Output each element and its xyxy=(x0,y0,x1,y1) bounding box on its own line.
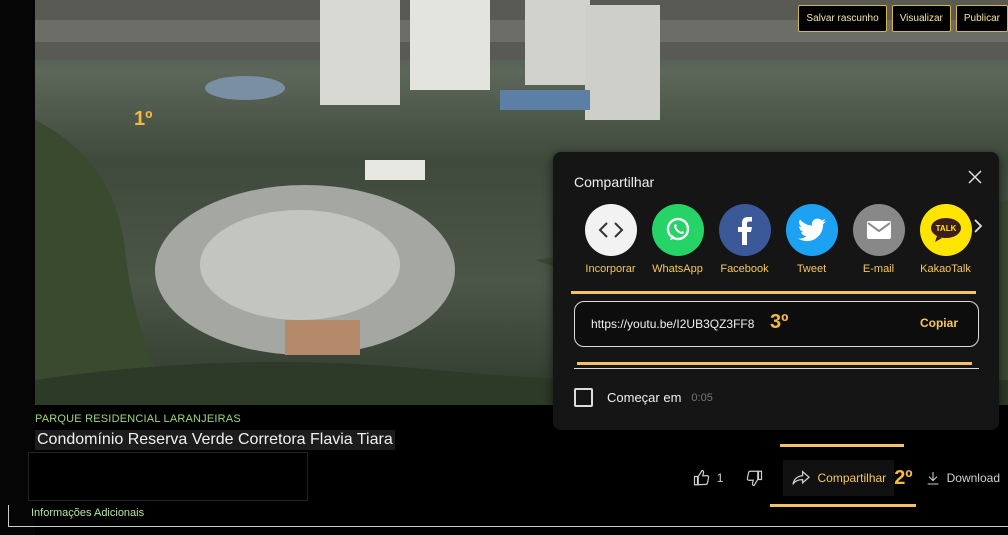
download-icon xyxy=(927,472,938,485)
share-highlight-top xyxy=(780,444,904,447)
like-button[interactable]: 1 xyxy=(685,469,732,487)
video-actions: 1 Compartilhar 2º Download xyxy=(685,460,1008,496)
email-icon xyxy=(852,204,905,256)
start-at-row: Começar em 0:05 xyxy=(574,388,713,407)
close-button[interactable] xyxy=(967,169,983,190)
annotation-third: 3º xyxy=(770,311,789,333)
whatsapp-icon xyxy=(651,204,704,256)
annotation-second: 2º xyxy=(894,466,913,489)
share-dialog: Compartilhar Incorporar WhatsApp Faceboo… xyxy=(553,152,999,430)
share-option-kakaotalk[interactable]: TALK KakaoTalk xyxy=(912,204,979,275)
divider xyxy=(574,368,979,369)
share-option-label: KakaoTalk xyxy=(920,263,971,275)
editor-toolbar: Salvar rascunho Visualizar Publicar xyxy=(798,5,1008,32)
download-button[interactable]: Download xyxy=(917,470,1008,486)
share-option-label: Tweet xyxy=(796,263,827,275)
close-icon xyxy=(968,170,982,184)
preview-button[interactable]: Visualizar xyxy=(891,5,951,32)
share-dialog-title: Compartilhar xyxy=(574,174,655,190)
next-options-button[interactable] xyxy=(973,218,983,239)
video-title: Condomínio Reserva Verde Corretora Flavi… xyxy=(35,430,395,450)
share-option-label: Incorporar xyxy=(585,263,636,275)
annotation-first: 1º xyxy=(134,108,153,130)
share-label: Compartilhar xyxy=(817,471,887,485)
share-option-twitter[interactable]: Tweet xyxy=(778,204,845,275)
share-option-label: Facebook xyxy=(720,263,769,275)
chevron-right-icon xyxy=(974,219,983,233)
save-draft-button[interactable]: Salvar rascunho xyxy=(798,5,887,32)
share-option-label: E-mail xyxy=(862,263,895,275)
share-option-label: WhatsApp xyxy=(652,263,703,275)
kakaotalk-icon: TALK xyxy=(919,204,972,256)
start-at-label: Começar em xyxy=(607,390,682,405)
dislike-button[interactable] xyxy=(731,469,783,487)
share-option-embed[interactable]: Incorporar xyxy=(577,204,644,275)
like-count: 1 xyxy=(716,471,724,485)
copy-button[interactable]: Copiar xyxy=(920,316,958,330)
url-highlight-bottom xyxy=(577,362,972,365)
share-url: https://youtu.be/I2UB3QZ3FF8 xyxy=(591,317,755,331)
embed-icon xyxy=(584,204,637,256)
share-options: Incorporar WhatsApp Facebook Tweet E-mai… xyxy=(577,204,979,275)
additional-info-bar[interactable]: Informações Adicionais xyxy=(8,505,1008,527)
start-at-checkbox[interactable] xyxy=(574,388,593,407)
twitter-icon xyxy=(785,204,838,256)
redacted-block xyxy=(28,452,308,501)
thumbs-up-icon xyxy=(693,469,710,486)
additional-info-label: Informações Adicionais xyxy=(31,507,145,519)
share-button[interactable]: Compartilhar xyxy=(783,460,895,496)
svg-text:TALK: TALK xyxy=(935,224,956,233)
start-time-value: 0:05 xyxy=(691,391,713,404)
share-option-facebook[interactable]: Facebook xyxy=(711,204,778,275)
share-arrow-icon xyxy=(792,470,811,485)
video-subtitle: PARQUE RESIDENCIAL LARANJEIRAS xyxy=(35,413,241,425)
video-info: PARQUE RESIDENCIAL LARANJEIRAS Condomíni… xyxy=(35,413,395,450)
share-option-whatsapp[interactable]: WhatsApp xyxy=(644,204,711,275)
publish-button[interactable]: Publicar xyxy=(955,5,1008,32)
thumbs-down-icon xyxy=(747,470,763,487)
url-highlight-top xyxy=(571,291,976,294)
share-url-field[interactable]: https://youtu.be/I2UB3QZ3FF8 3º Copiar xyxy=(574,301,979,347)
download-label: Download xyxy=(946,471,1000,485)
facebook-icon xyxy=(718,204,771,256)
share-option-email[interactable]: E-mail xyxy=(845,204,912,275)
